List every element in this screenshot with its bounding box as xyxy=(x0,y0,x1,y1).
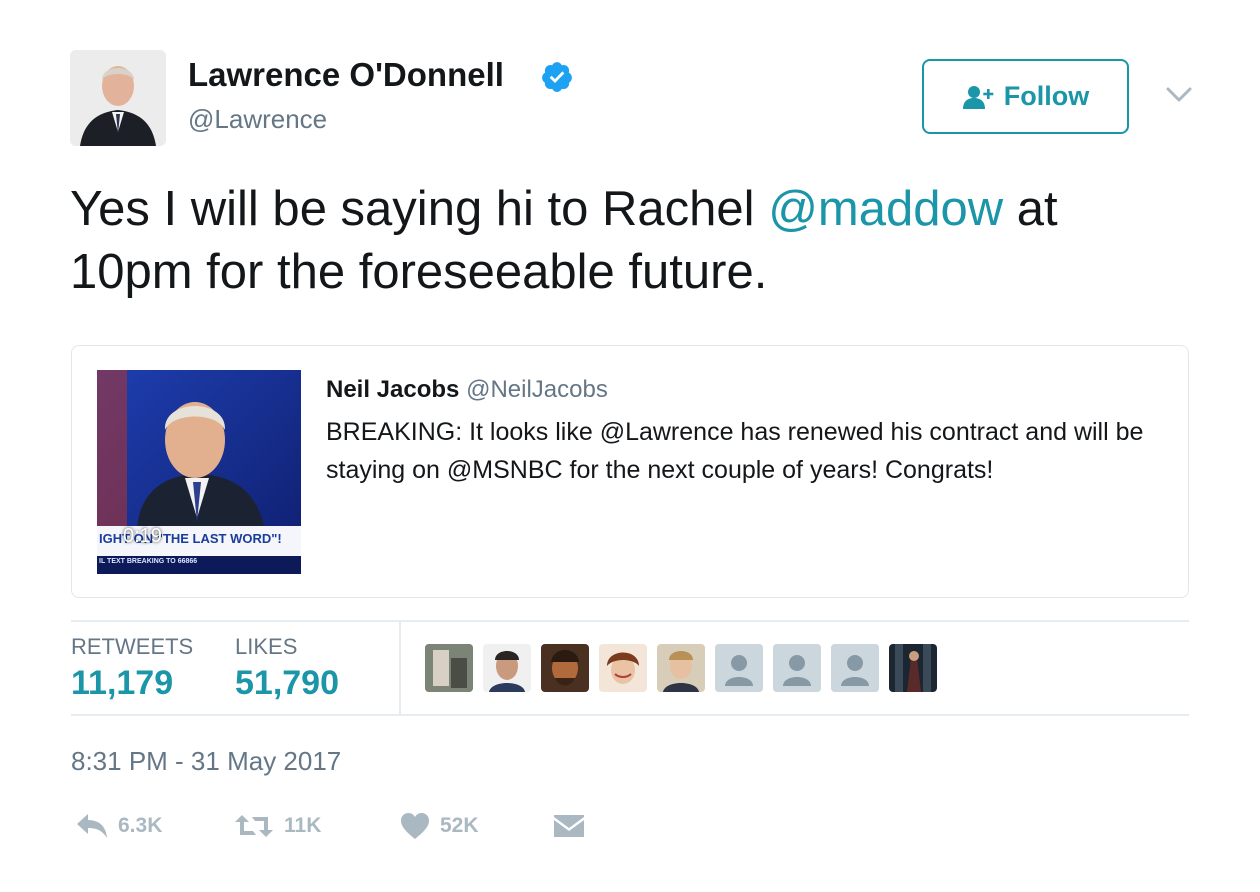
divider xyxy=(71,714,1189,716)
add-user-icon xyxy=(962,85,994,109)
likes-count[interactable]: 51,790 xyxy=(235,664,339,703)
retweets-label[interactable]: RETWEETS xyxy=(71,634,193,660)
default-avatar[interactable] xyxy=(773,644,821,692)
tweet-text-part: Yes I will be saying hi to Rachel xyxy=(70,182,769,236)
avatar-photo xyxy=(541,644,589,692)
tweet-text: Yes I will be saying hi to Rachel @maddo… xyxy=(70,178,1190,304)
video-duration: 0:19 xyxy=(123,525,162,547)
author-display-name[interactable]: Lawrence O'Donnell xyxy=(188,56,504,94)
quoted-tweet-text: BREAKING: It looks like @Lawrence has re… xyxy=(326,418,1144,484)
avatar-photo xyxy=(657,644,705,692)
retweets-count[interactable]: 11,179 xyxy=(71,664,173,703)
default-avatar[interactable] xyxy=(715,644,763,692)
quoted-tweet-header: Neil Jacobs @NeilJacobs xyxy=(326,376,608,404)
stats-divider xyxy=(399,622,401,715)
default-user-icon xyxy=(831,644,879,692)
profile-photo xyxy=(70,50,166,146)
avatar-photo xyxy=(483,644,531,692)
favoriter-avatar[interactable] xyxy=(657,644,705,692)
avatar-photo xyxy=(599,644,647,692)
retweet-count: 11K xyxy=(284,814,322,837)
quoted-author-name[interactable]: Neil Jacobs xyxy=(326,376,459,403)
tweet-timestamp[interactable]: 8:31 PM - 31 May 2017 xyxy=(71,746,341,777)
video-ticker: IL TEXT BREAKING TO 66866 xyxy=(99,558,198,565)
favoriter-avatar[interactable] xyxy=(541,644,589,692)
quoted-author-handle[interactable]: @NeilJacobs xyxy=(466,376,608,403)
like-count: 52K xyxy=(440,814,479,837)
default-avatar[interactable] xyxy=(831,644,879,692)
direct-message-button[interactable] xyxy=(553,810,585,842)
avatar-photo xyxy=(425,644,473,692)
follow-button-label: Follow xyxy=(1003,81,1090,111)
heart-icon xyxy=(401,813,429,839)
avatar-photo xyxy=(889,644,937,692)
retweet-icon xyxy=(235,815,273,837)
likes-label[interactable]: LIKES xyxy=(235,634,297,660)
reply-icon xyxy=(77,814,107,838)
default-user-icon xyxy=(715,644,763,692)
envelope-icon xyxy=(554,815,584,837)
default-user-icon xyxy=(773,644,821,692)
favoriter-avatar[interactable] xyxy=(599,644,647,692)
video-thumbnail[interactable]: IGHT ON "THE LAST WORD"! IL TEXT BREAKIN… xyxy=(97,370,301,574)
author-avatar[interactable] xyxy=(70,50,166,146)
follow-button[interactable]: Follow xyxy=(922,59,1129,134)
reply-button[interactable]: 6.3K xyxy=(76,810,162,842)
like-button[interactable]: 52K xyxy=(400,810,479,842)
retweet-button[interactable]: 11K xyxy=(234,810,321,842)
verified-badge-icon xyxy=(540,60,574,94)
author-handle[interactable]: @Lawrence xyxy=(188,104,327,135)
favoriter-avatar[interactable] xyxy=(483,644,531,692)
favoriter-avatar[interactable] xyxy=(889,644,937,692)
divider xyxy=(71,620,1189,622)
chevron-down-icon[interactable] xyxy=(1166,86,1192,104)
favoriter-avatar[interactable] xyxy=(425,644,473,692)
mention-link[interactable]: @maddow xyxy=(768,182,1003,236)
reply-count: 6.3K xyxy=(118,814,163,837)
